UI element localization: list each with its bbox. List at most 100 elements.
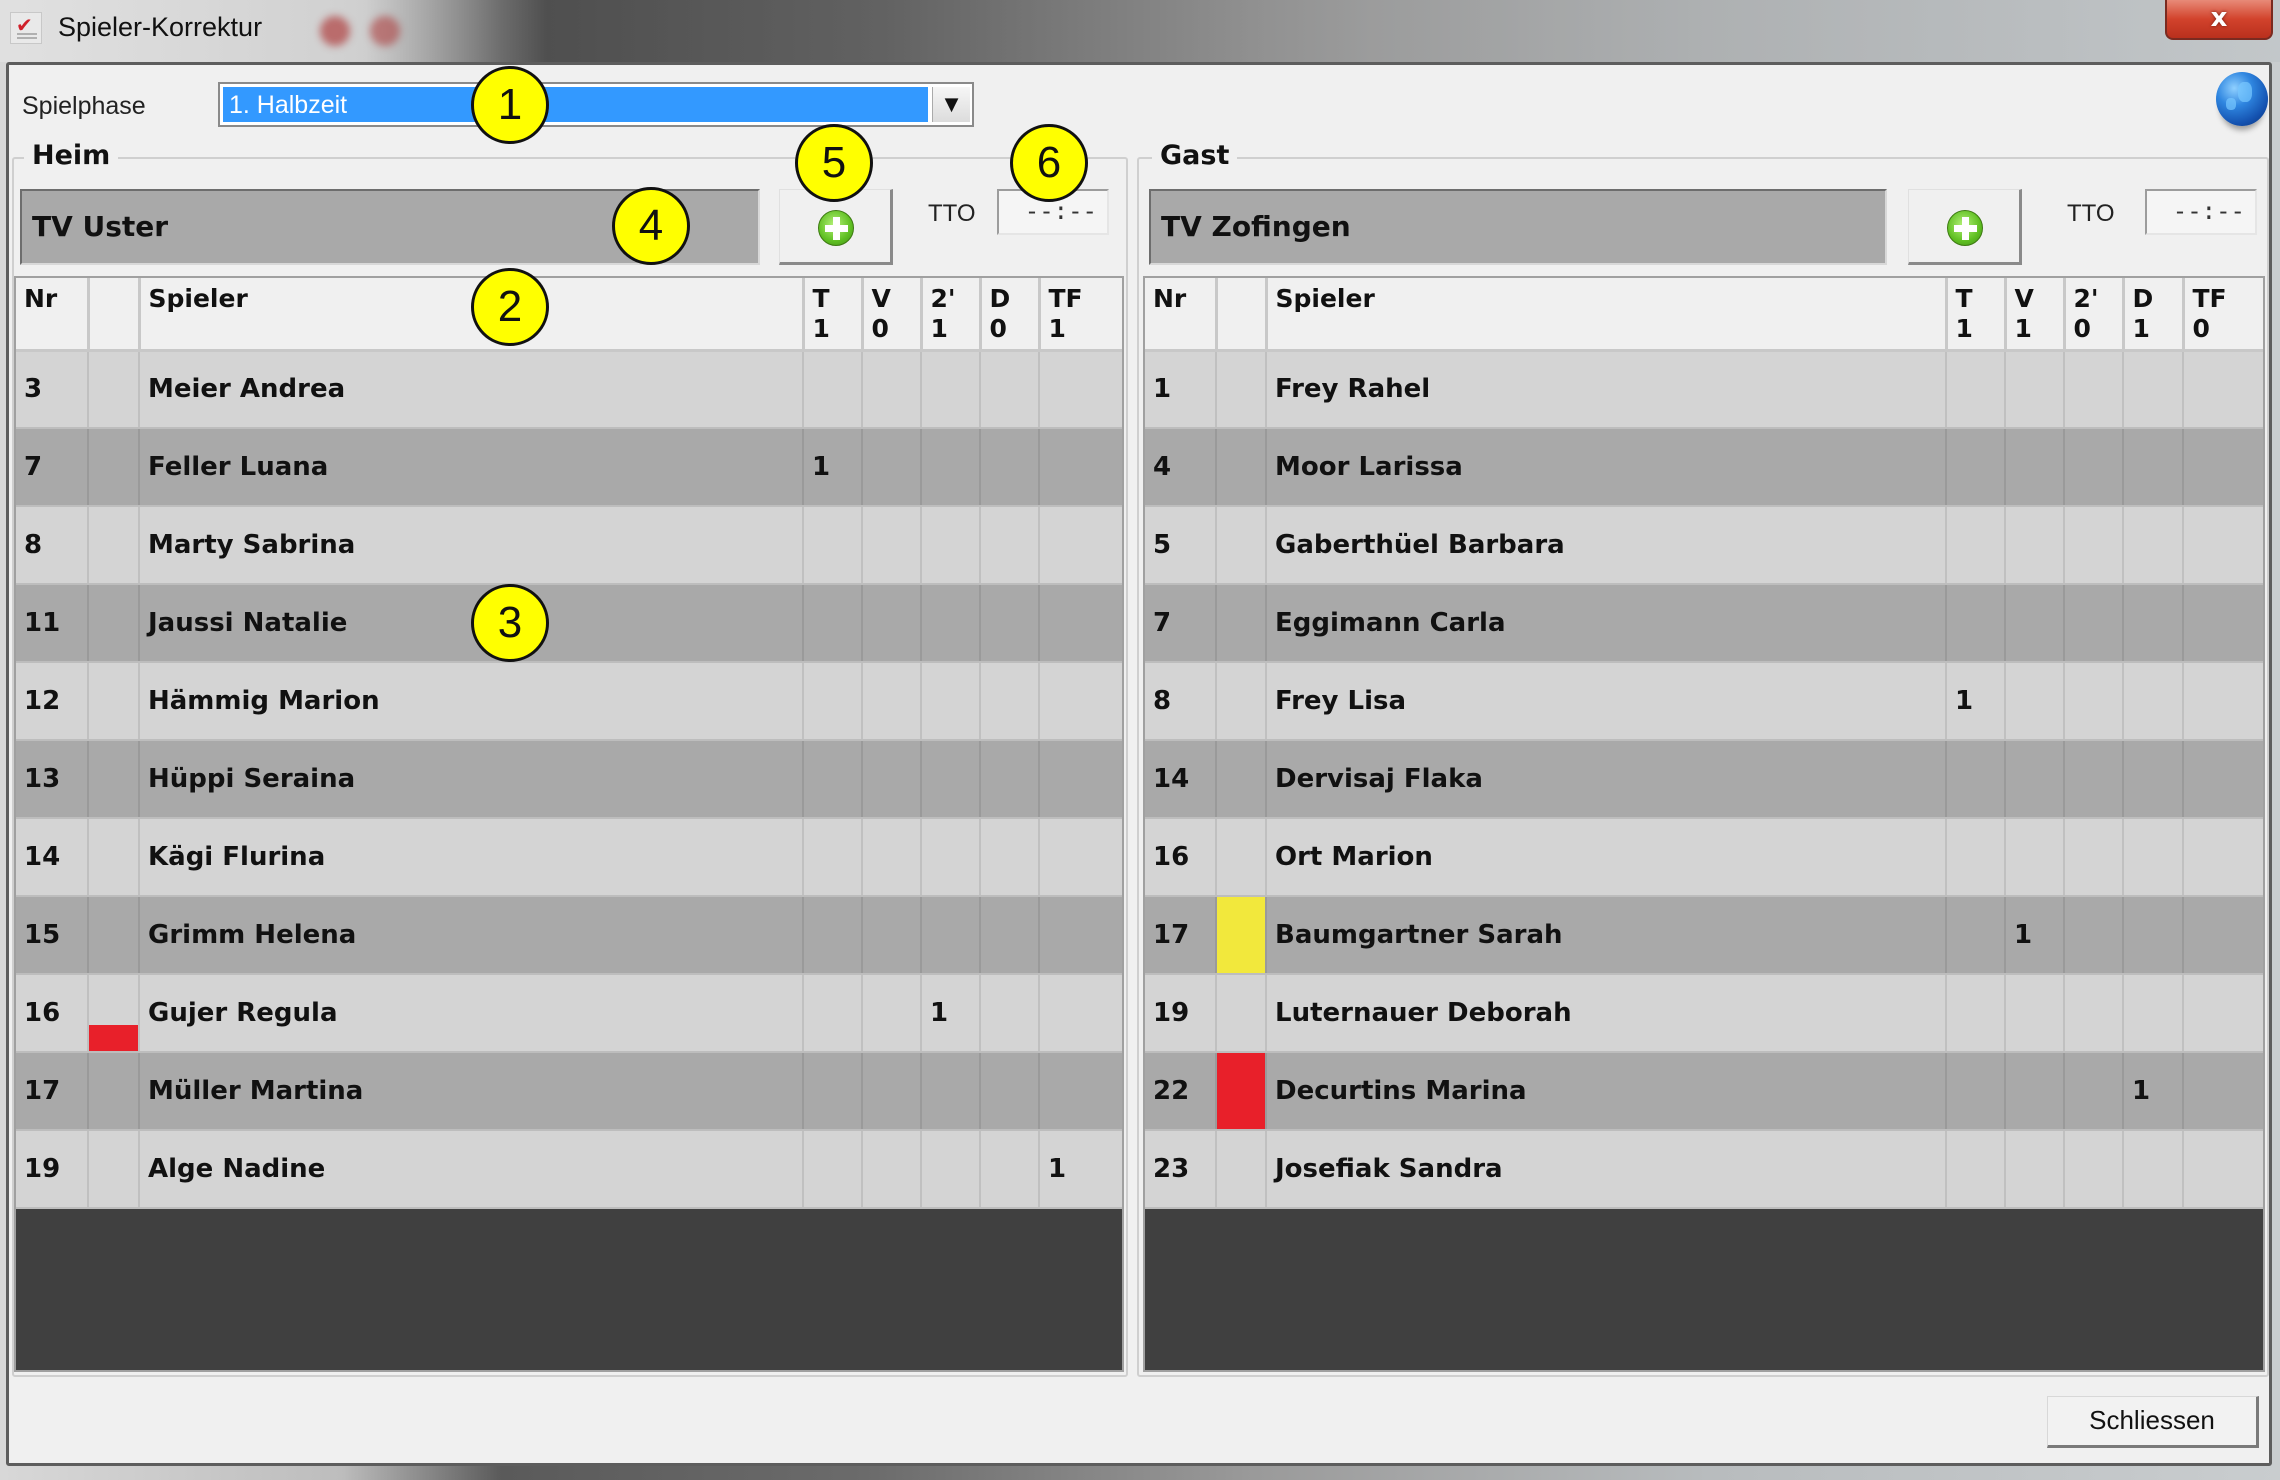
stat-cell-2min[interactable] [921, 1130, 981, 1209]
chevron-down-icon[interactable]: ▼ [932, 87, 970, 122]
stat-cell-t[interactable] [1946, 1130, 2006, 1209]
card-indicator[interactable] [1216, 896, 1267, 975]
stat-cell-t[interactable] [803, 896, 863, 975]
stat-cell-2min[interactable] [2064, 1052, 2124, 1131]
player-row[interactable]: 8 Frey Lisa 1 [1145, 662, 2263, 741]
stat-cell-2min[interactable] [921, 662, 981, 741]
player-name[interactable]: Müller Martina [139, 1052, 804, 1131]
player-row[interactable]: 13 Hüppi Seraina [16, 740, 1122, 819]
stat-cell-v[interactable] [862, 350, 922, 429]
stat-cell-2min[interactable] [921, 350, 981, 429]
stat-cell-tf[interactable] [1039, 350, 1122, 429]
phase-selected-value[interactable]: 1. Halbzeit [223, 87, 928, 122]
player-row[interactable]: 19 Luternauer Deborah [1145, 974, 2263, 1053]
player-row[interactable]: 14 Kägi Flurina [16, 818, 1122, 897]
player-row[interactable]: 17 Baumgartner Sarah 1 [1145, 896, 2263, 975]
stat-cell-v[interactable] [862, 818, 922, 897]
phase-dropdown[interactable]: 1. Halbzeit ▼ [218, 82, 974, 127]
guest-team-name[interactable]: TV Zofingen [1149, 189, 1887, 265]
stat-cell-tf[interactable] [2183, 350, 2263, 429]
player-name[interactable]: Hüppi Seraina [139, 740, 804, 819]
player-name[interactable]: Alge Nadine [139, 1130, 804, 1209]
stat-cell-d[interactable] [980, 896, 1040, 975]
stat-cell-d[interactable] [2123, 818, 2184, 897]
player-row[interactable]: 3 Meier Andrea [16, 350, 1122, 429]
stat-cell-tf[interactable] [1039, 1052, 1122, 1131]
stat-cell-tf[interactable] [2183, 740, 2263, 819]
card-indicator[interactable] [88, 350, 140, 429]
stat-cell-tf[interactable] [2183, 1130, 2263, 1209]
stat-cell-d[interactable] [980, 1130, 1040, 1209]
player-number[interactable]: 14 [1145, 740, 1217, 819]
player-number[interactable]: 17 [16, 1052, 89, 1131]
player-name[interactable]: Eggimann Carla [1266, 584, 1947, 663]
player-name[interactable]: Decurtins Marina [1266, 1052, 1947, 1131]
col-header-nr[interactable]: Nr [16, 278, 90, 352]
stat-cell-v[interactable] [862, 662, 922, 741]
player-name[interactable]: Grimm Helena [139, 896, 804, 975]
player-name[interactable]: Frey Lisa [1266, 662, 1947, 741]
player-name[interactable]: Luternauer Deborah [1266, 974, 1947, 1053]
col-header-stat[interactable]: T1 [803, 278, 864, 352]
card-indicator[interactable] [88, 896, 140, 975]
stat-cell-v[interactable] [862, 584, 922, 663]
stat-cell-tf[interactable] [1039, 428, 1122, 507]
player-row[interactable]: 8 Marty Sabrina [16, 506, 1122, 585]
stat-cell-2min[interactable] [921, 896, 981, 975]
player-row[interactable]: 5 Gaberthüel Barbara [1145, 506, 2263, 585]
stat-cell-t[interactable] [803, 662, 863, 741]
player-number[interactable]: 14 [16, 818, 89, 897]
stat-cell-2min[interactable] [2064, 506, 2124, 585]
stat-cell-t[interactable] [803, 506, 863, 585]
stat-cell-tf[interactable] [1039, 974, 1122, 1053]
player-name[interactable]: Gaberthüel Barbara [1266, 506, 1947, 585]
stat-cell-v[interactable] [862, 428, 922, 507]
player-row[interactable]: 19 Alge Nadine 1 [16, 1130, 1122, 1209]
player-name[interactable]: Moor Larissa [1266, 428, 1947, 507]
player-name[interactable]: Ort Marion [1266, 818, 1947, 897]
stat-cell-t[interactable] [1946, 350, 2006, 429]
player-number[interactable]: 3 [16, 350, 89, 429]
stat-cell-2min[interactable] [2064, 428, 2124, 507]
player-name[interactable]: Gujer Regula [139, 974, 804, 1053]
player-number[interactable]: 11 [16, 584, 89, 663]
stat-cell-t[interactable] [1946, 506, 2006, 585]
col-header-player[interactable]: Spieler [1266, 278, 1948, 352]
stat-cell-v[interactable] [2005, 818, 2065, 897]
stat-cell-v[interactable] [862, 506, 922, 585]
stat-cell-tf[interactable] [2183, 584, 2263, 663]
stat-cell-t[interactable] [1946, 740, 2006, 819]
stat-cell-tf[interactable] [2183, 428, 2263, 507]
player-number[interactable]: 23 [1145, 1130, 1217, 1209]
card-indicator[interactable] [1216, 1052, 1267, 1131]
stat-cell-tf[interactable] [2183, 506, 2263, 585]
stat-cell-2min[interactable] [2064, 896, 2124, 975]
stat-cell-v[interactable] [2005, 974, 2065, 1053]
card-indicator[interactable] [1216, 1130, 1267, 1209]
player-row[interactable]: 23 Josefiak Sandra [1145, 1130, 2263, 1209]
stat-cell-t[interactable] [803, 1052, 863, 1131]
stat-cell-t[interactable] [1946, 818, 2006, 897]
stat-cell-v[interactable] [862, 1130, 922, 1209]
player-name[interactable]: Josefiak Sandra [1266, 1130, 1947, 1209]
card-indicator[interactable] [1216, 350, 1267, 429]
stat-cell-d[interactable] [2123, 584, 2184, 663]
stat-cell-v[interactable] [2005, 428, 2065, 507]
card-indicator[interactable] [1216, 818, 1267, 897]
stat-cell-2min[interactable]: 1 [921, 974, 981, 1053]
player-name[interactable]: Kägi Flurina [139, 818, 804, 897]
stat-cell-t[interactable] [1946, 974, 2006, 1053]
stat-cell-v[interactable] [2005, 740, 2065, 819]
stat-cell-d[interactable] [980, 974, 1040, 1053]
stat-cell-t[interactable] [803, 1130, 863, 1209]
close-button[interactable]: Schliessen [2047, 1396, 2259, 1448]
card-indicator[interactable] [88, 740, 140, 819]
card-indicator[interactable] [1216, 974, 1267, 1053]
stat-cell-tf[interactable] [2183, 896, 2263, 975]
player-row[interactable]: 14 Dervisaj Flaka [1145, 740, 2263, 819]
stat-cell-tf[interactable] [2183, 818, 2263, 897]
player-name[interactable]: Marty Sabrina [139, 506, 804, 585]
stat-cell-2min[interactable] [2064, 974, 2124, 1053]
stat-cell-v[interactable] [2005, 584, 2065, 663]
col-header-stat[interactable]: TF 1 [1039, 278, 1122, 352]
